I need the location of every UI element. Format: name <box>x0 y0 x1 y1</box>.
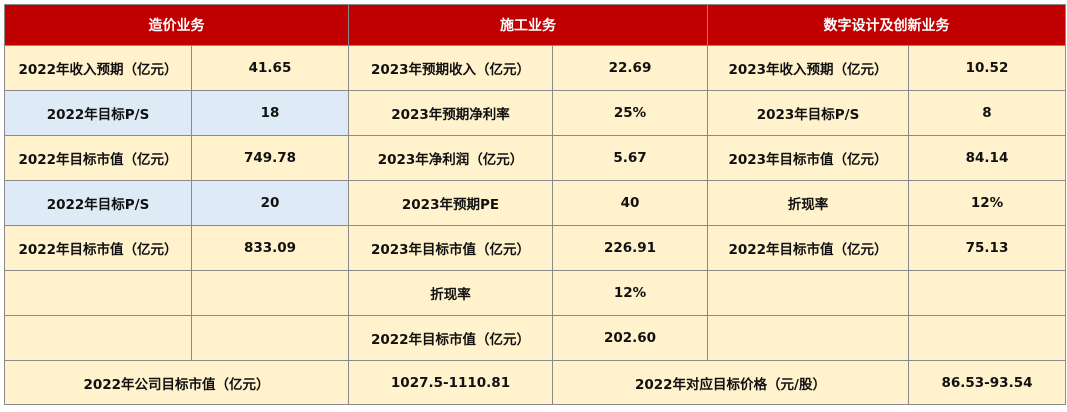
table-cell: 202.60 <box>552 315 708 361</box>
summary-row: 2022年公司目标市值（亿元） 1027.5-1110.81 2022年对应目标… <box>4 360 1066 405</box>
table-cell: 40 <box>552 180 708 226</box>
table-cell: 41.65 <box>191 45 349 91</box>
table-cell <box>4 315 192 361</box>
table-row: 2022年目标P/S 20 2023年预期PE 40 折现率 12% <box>4 180 1066 226</box>
table-cell: 20 <box>191 180 349 226</box>
table-cell: 749.78 <box>191 135 349 181</box>
table-cell: 10.52 <box>908 45 1066 91</box>
table-cell: 833.09 <box>191 225 349 271</box>
table-cell <box>908 315 1066 361</box>
table-cell: 8 <box>908 90 1066 136</box>
header-row: 造价业务 施工业务 数字设计及创新业务 <box>4 4 1066 46</box>
table-cell: 2023年目标P/S <box>707 90 909 136</box>
table-row: 2022年目标市值（亿元） 202.60 <box>4 315 1066 361</box>
table-row: 2022年收入预期（亿元） 41.65 2023年预期收入（亿元） 22.69 … <box>4 45 1066 91</box>
table-cell: 25% <box>552 90 708 136</box>
table-cell: 12% <box>908 180 1066 226</box>
valuation-table: 造价业务 施工业务 数字设计及创新业务 2022年收入预期（亿元） 41.65 … <box>4 4 1066 405</box>
table-row: 2022年目标市值（亿元） 749.78 2023年净利润（亿元） 5.67 2… <box>4 135 1066 181</box>
summary-label-company-market-value: 2022年公司目标市值（亿元） <box>4 360 349 405</box>
table-cell <box>908 270 1066 316</box>
table-cell: 折现率 <box>707 180 909 226</box>
summary-value-company-market-value: 1027.5-1110.81 <box>348 360 553 405</box>
table-cell: 2023年目标市值（亿元） <box>348 225 553 271</box>
table-cell: 2023年预期收入（亿元） <box>348 45 553 91</box>
header-construction-business: 施工业务 <box>348 4 708 46</box>
table-cell: 折现率 <box>348 270 553 316</box>
table-row: 折现率 12% <box>4 270 1066 316</box>
table-row: 2022年目标市值（亿元） 833.09 2023年目标市值（亿元） 226.9… <box>4 225 1066 271</box>
table-cell: 5.67 <box>552 135 708 181</box>
table-row: 2022年目标P/S 18 2023年预期净利率 25% 2023年目标P/S … <box>4 90 1066 136</box>
table-cell: 2022年目标市值（亿元） <box>707 225 909 271</box>
table-cell <box>191 270 349 316</box>
valuation-table-container: 造价业务 施工业务 数字设计及创新业务 2022年收入预期（亿元） 41.65 … <box>4 4 1066 405</box>
table-cell: 2023年净利润（亿元） <box>348 135 553 181</box>
table-cell: 84.14 <box>908 135 1066 181</box>
table-cell: 2023年预期净利率 <box>348 90 553 136</box>
table-cell: 226.91 <box>552 225 708 271</box>
table-cell: 2022年目标市值（亿元） <box>4 225 192 271</box>
table-cell: 12% <box>552 270 708 316</box>
table-cell: 2023年预期PE <box>348 180 553 226</box>
table-cell: 2022年目标P/S <box>4 180 192 226</box>
table-cell: 2022年目标市值（亿元） <box>4 135 192 181</box>
summary-value-target-price: 86.53-93.54 <box>908 360 1066 405</box>
header-digital-design-business: 数字设计及创新业务 <box>707 4 1066 46</box>
table-cell: 2022年收入预期（亿元） <box>4 45 192 91</box>
table-cell <box>4 270 192 316</box>
summary-label-target-price: 2022年对应目标价格（元/股） <box>552 360 909 405</box>
table-body: 造价业务 施工业务 数字设计及创新业务 2022年收入预期（亿元） 41.65 … <box>4 4 1066 405</box>
table-cell <box>707 315 909 361</box>
table-cell: 75.13 <box>908 225 1066 271</box>
header-cost-business: 造价业务 <box>4 4 349 46</box>
table-cell: 2022年目标市值（亿元） <box>348 315 553 361</box>
table-cell <box>191 315 349 361</box>
table-cell: 2023年收入预期（亿元） <box>707 45 909 91</box>
table-cell: 22.69 <box>552 45 708 91</box>
table-cell: 18 <box>191 90 349 136</box>
table-cell <box>707 270 909 316</box>
table-cell: 2023年目标市值（亿元） <box>707 135 909 181</box>
table-cell: 2022年目标P/S <box>4 90 192 136</box>
